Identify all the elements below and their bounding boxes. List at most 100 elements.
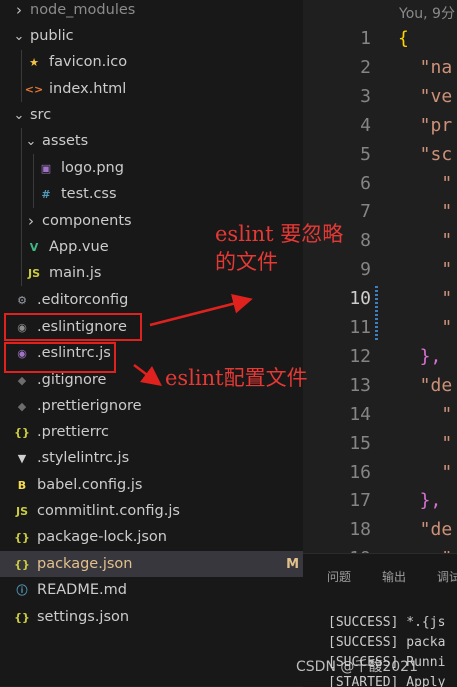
gear-icon: ⚙: [17, 293, 27, 307]
code-text: "na: [398, 56, 453, 78]
code-text: "sc: [398, 143, 453, 165]
code-line: 3 "ve: [303, 86, 457, 115]
file-stylelintrc-js[interactable]: ▼ .stylelintrc.js: [0, 445, 303, 471]
line-number: 2: [360, 56, 371, 78]
line-number: 9: [360, 259, 371, 281]
code-text: ": [398, 230, 453, 252]
code-text: ": [398, 403, 453, 425]
tree-item-label: components: [42, 213, 132, 229]
code-line: 15 ": [303, 433, 457, 462]
file-package-lock-json[interactable]: {} package-lock.json: [0, 524, 303, 550]
file-settings-json[interactable]: {} settings.json: [0, 604, 303, 630]
line-number: 16: [349, 461, 371, 483]
line-number: 1: [360, 28, 371, 49]
chevron-down-icon: ⌄: [13, 107, 25, 123]
tree-item-label: favicon.ico: [49, 54, 128, 70]
line-number: 18: [349, 519, 371, 541]
code-line: 9 ": [303, 259, 457, 288]
chevron-right-icon: ›: [16, 1, 22, 19]
line-number: 4: [360, 114, 371, 136]
code-line: 17 },: [303, 490, 457, 519]
code-text: ": [398, 432, 453, 454]
braces-icon: {}: [14, 557, 30, 571]
eslintignore-note-line2: 的文件: [215, 250, 278, 274]
terminal-line: [STARTED] Apply: [328, 675, 446, 687]
code-line: 12 },: [303, 346, 457, 375]
code-text: "de: [398, 519, 453, 541]
tab-debug-console[interactable]: 调试: [437, 568, 457, 585]
code-text: ": [398, 259, 453, 281]
tree-item-label: assets: [42, 133, 89, 149]
code-line: 2 "na: [303, 57, 457, 86]
line-number: 13: [349, 374, 371, 396]
file-babel-config-js[interactable]: Bbabel.config.js: [0, 472, 303, 498]
code-text: },: [398, 490, 442, 512]
code-text: "pr: [398, 114, 453, 136]
code-text: },: [398, 345, 442, 367]
line-number: 6: [360, 172, 371, 194]
file-editorconfig[interactable]: ⚙ .editorconfig: [0, 287, 303, 313]
hash-icon: #: [41, 187, 51, 201]
tree-item-label: .editorconfig: [37, 292, 129, 308]
folder-assets[interactable]: ⌄ assets: [0, 128, 303, 154]
file-favicon-ico[interactable]: ★ favicon.ico: [0, 49, 303, 75]
eslintrc-highlight-box: [4, 342, 116, 373]
code-line: 6 ": [303, 173, 457, 202]
terminal-line: [SUCCESS] packa: [328, 635, 446, 650]
code-line: 13 "de: [303, 375, 457, 404]
line-number: 17: [349, 490, 371, 512]
code-line: 5 "sc: [303, 144, 457, 173]
tree-item-label: public: [30, 28, 74, 44]
js-icon: JS: [27, 266, 40, 280]
line-number: 7: [360, 201, 371, 223]
tree-item-label: README.md: [37, 582, 127, 598]
tree-item-label: .prettierignore: [37, 398, 142, 414]
tree-item-label: index.html: [49, 81, 127, 97]
tree-item-label: package.json: [37, 556, 133, 572]
prettier-icon: ◆: [17, 399, 27, 413]
line-number: 14: [349, 403, 371, 425]
code-line: 1{: [303, 28, 457, 57]
code-line: 16 ": [303, 462, 457, 491]
code-text: "de: [398, 374, 453, 396]
file-logo-png[interactable]: ▣ logo.png: [0, 155, 303, 181]
code-line: 14 ": [303, 404, 457, 433]
file-prettierignore[interactable]: ◆ .prettierignore: [0, 393, 303, 419]
file-test-css[interactable]: # test.css: [0, 181, 303, 207]
file-index-html[interactable]: <> index.html: [0, 76, 303, 102]
tree-item-label: .prettierrc: [37, 424, 110, 440]
star-icon: ★: [29, 55, 39, 69]
code-line: 18 "de: [303, 519, 457, 548]
tree-item-label: node_modules: [30, 2, 136, 18]
tree-item-label: babel.config.js: [37, 477, 143, 493]
tree-item-label: package-lock.json: [37, 529, 167, 545]
babel-icon: B: [17, 478, 27, 492]
folder-src[interactable]: ⌄ src: [0, 102, 303, 128]
code-editor[interactable]: You, 9分 1{2 "na 3 "ve 4 "pr 5 "sc 6 " 7 " 8 " 9…: [303, 0, 457, 553]
code-line: 10 ": [303, 288, 457, 317]
tree-item-label: logo.png: [61, 160, 124, 176]
line-number: 5: [360, 143, 371, 165]
braces-icon: {}: [14, 425, 30, 439]
tab-problems[interactable]: 问题: [327, 568, 351, 585]
file-package-json[interactable]: {} package.json M: [0, 551, 303, 577]
file-prettierrc[interactable]: {} .prettierrc: [0, 419, 303, 445]
braces-icon: {}: [14, 610, 30, 624]
folder-node-modules[interactable]: › node_modules: [0, 0, 303, 23]
code-line: 4 "pr: [303, 115, 457, 144]
code-line: 11 ": [303, 317, 457, 346]
chevron-down-icon: ⌄: [25, 133, 37, 149]
tab-output[interactable]: 输出: [382, 568, 406, 585]
tree-item-label: main.js: [49, 265, 102, 281]
code-text: ": [398, 172, 453, 194]
code-text: ": [398, 288, 453, 310]
folder-public[interactable]: ⌄ public: [0, 23, 303, 49]
file-commitlint-config-js[interactable]: JS commitlint.config.js: [0, 498, 303, 524]
modified-badge: M: [286, 556, 299, 572]
braces-icon: {}: [14, 530, 30, 544]
file-readme-md[interactable]: ⓘ README.md: [0, 577, 303, 603]
line-number: 3: [360, 85, 371, 107]
git-blame-annotation: You, 9分: [399, 6, 455, 22]
line-number: 10: [349, 288, 371, 310]
eslintignore-highlight-box: [4, 313, 142, 341]
